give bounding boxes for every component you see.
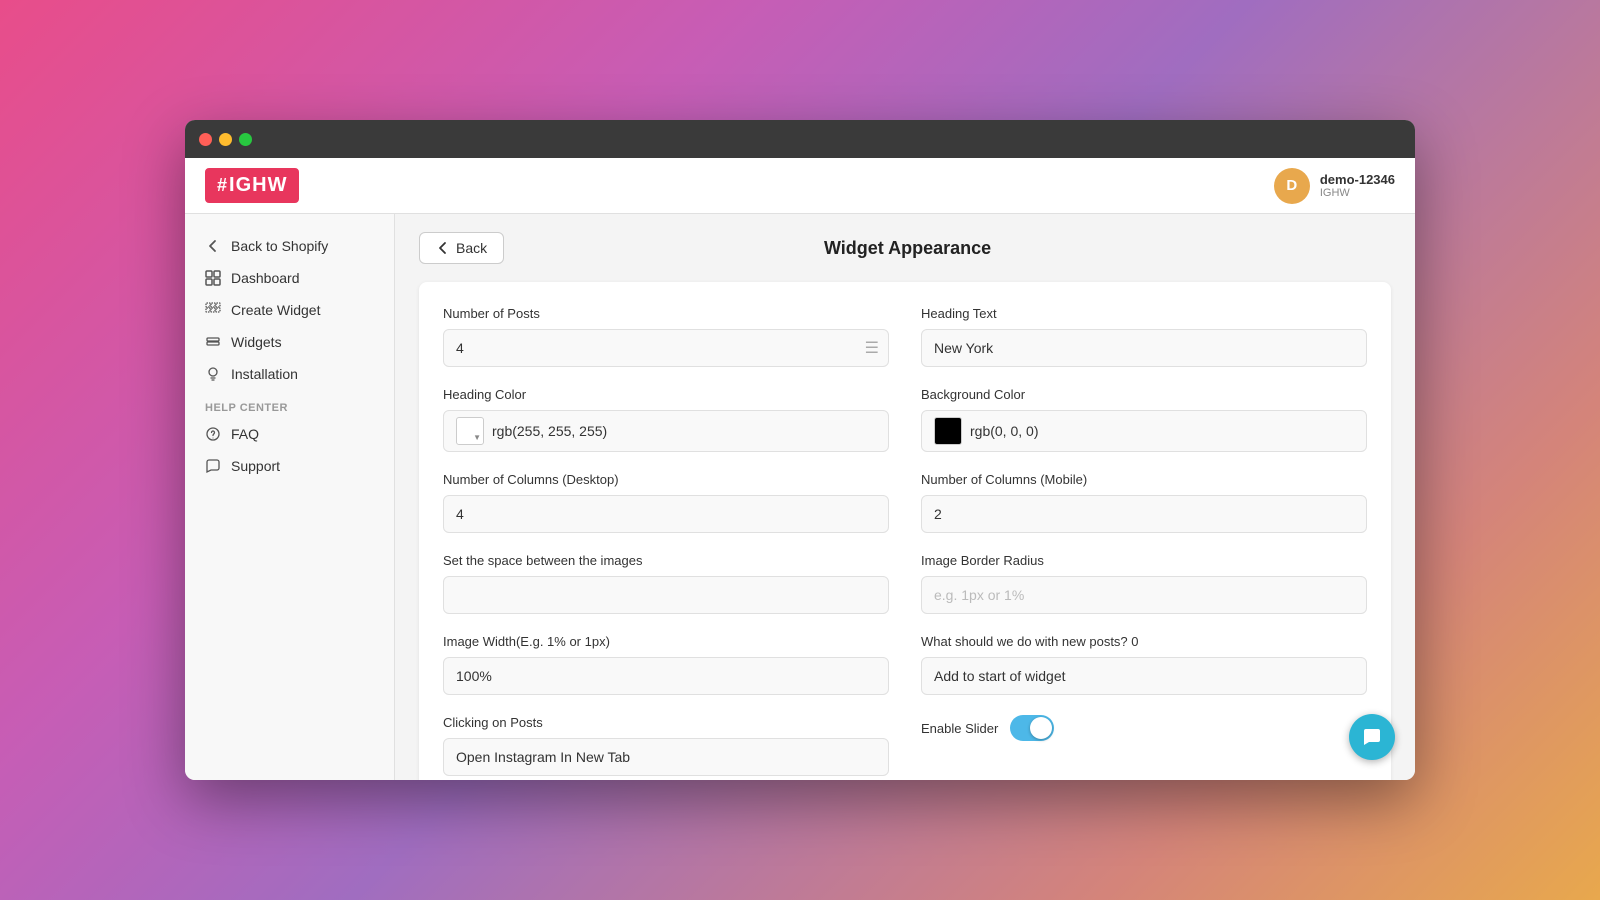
columns-mobile-input[interactable]: [921, 495, 1367, 533]
main-content: Back Widget Appearance Number of Posts ☰: [395, 214, 1415, 780]
image-width-label: Image Width(E.g. 1% or 1px): [443, 634, 889, 649]
clicking-posts-label: Clicking on Posts: [443, 715, 889, 730]
heading-color-group: Heading Color ▼ rgb(255, 255, 255): [443, 387, 889, 452]
sidebar: Back to Shopify Dashboard: [185, 214, 395, 780]
clicking-posts-group: Clicking on Posts: [443, 715, 889, 776]
back-button[interactable]: Back: [419, 232, 504, 264]
chat-circle-icon: [205, 458, 221, 474]
enable-slider-label: Enable Slider: [921, 721, 998, 736]
image-border-radius-label: Image Border Radius: [921, 553, 1367, 568]
user-sub: IGHW: [1320, 187, 1395, 199]
layers-icon: [205, 334, 221, 350]
sidebar-label-faq: FAQ: [231, 426, 259, 442]
app-header: # IGHW D demo-12346 IGHW: [185, 158, 1415, 214]
space-between-group: Set the space between the images: [443, 553, 889, 614]
sidebar-label-back-to-shopify: Back to Shopify: [231, 238, 328, 254]
columns-desktop-input[interactable]: [443, 495, 889, 533]
minimize-button[interactable]: [219, 133, 232, 146]
sidebar-label-create-widget: Create Widget: [231, 302, 320, 318]
background-color-swatch: [934, 417, 962, 445]
titlebar: [185, 120, 1415, 158]
bulb-icon: [205, 366, 221, 382]
background-color-value: rgb(0, 0, 0): [970, 423, 1038, 439]
dashboard-icon: [205, 270, 221, 286]
number-of-posts-input-wrapper: ☰: [443, 329, 889, 367]
new-posts-group: What should we do with new posts? 0: [921, 634, 1367, 695]
new-posts-input[interactable]: [921, 657, 1367, 695]
help-center-section-label: HELP CENTER: [185, 390, 394, 418]
number-of-posts-input[interactable]: [443, 329, 889, 367]
image-border-radius-input[interactable]: [921, 576, 1367, 614]
sidebar-label-installation: Installation: [231, 366, 298, 382]
sidebar-item-support[interactable]: Support: [185, 450, 394, 482]
columns-desktop-group: Number of Columns (Desktop): [443, 472, 889, 533]
create-widget-icon: [205, 302, 221, 318]
user-info: D demo-12346 IGHW: [1274, 168, 1395, 204]
form-container: Number of Posts ☰ Heading Text Heading C: [419, 282, 1391, 780]
user-name: demo-12346: [1320, 172, 1395, 187]
sidebar-item-installation[interactable]: Installation: [185, 358, 394, 390]
image-width-input[interactable]: [443, 657, 889, 695]
back-label: Back: [456, 240, 487, 256]
sidebar-item-dashboard[interactable]: Dashboard: [185, 262, 394, 294]
background-color-input[interactable]: rgb(0, 0, 0): [921, 410, 1367, 452]
sidebar-label-support: Support: [231, 458, 280, 474]
columns-mobile-group: Number of Columns (Mobile): [921, 472, 1367, 533]
page-title: Widget Appearance: [504, 238, 1311, 259]
logo-hash: #: [217, 175, 227, 196]
background-color-group: Background Color rgb(0, 0, 0): [921, 387, 1367, 452]
app-window: # IGHW D demo-12346 IGHW Back to Shopify: [185, 120, 1415, 780]
enable-slider-group: Enable Slider: [921, 715, 1367, 776]
close-button[interactable]: [199, 133, 212, 146]
chat-bubble-icon: [1361, 726, 1383, 748]
sidebar-item-faq[interactable]: FAQ: [185, 418, 394, 450]
heading-text-input[interactable]: [921, 329, 1367, 367]
content-header: Back Widget Appearance: [395, 214, 1415, 282]
enable-slider-row: Enable Slider: [921, 715, 1367, 741]
new-posts-label: What should we do with new posts? 0: [921, 634, 1367, 649]
swatch-chevron-icon: ▼: [473, 433, 481, 442]
question-circle-icon: [205, 426, 221, 442]
columns-desktop-label: Number of Columns (Desktop): [443, 472, 889, 487]
sidebar-item-back-to-shopify[interactable]: Back to Shopify: [185, 230, 394, 262]
app-body: Back to Shopify Dashboard: [185, 214, 1415, 780]
enable-slider-toggle[interactable]: [1010, 715, 1054, 741]
heading-color-value: rgb(255, 255, 255): [492, 423, 607, 439]
sidebar-item-widgets[interactable]: Widgets: [185, 326, 394, 358]
maximize-button[interactable]: [239, 133, 252, 146]
heading-text-label: Heading Text: [921, 306, 1367, 321]
traffic-lights: [199, 133, 252, 146]
heading-color-label: Heading Color: [443, 387, 889, 402]
space-between-input[interactable]: [443, 576, 889, 614]
heading-color-input[interactable]: ▼ rgb(255, 255, 255): [443, 410, 889, 452]
heading-text-group: Heading Text: [921, 306, 1367, 367]
background-color-label: Background Color: [921, 387, 1367, 402]
form-grid: Number of Posts ☰ Heading Text Heading C: [443, 306, 1367, 776]
sidebar-item-create-widget[interactable]: Create Widget: [185, 294, 394, 326]
avatar: D: [1274, 168, 1310, 204]
columns-mobile-label: Number of Columns (Mobile): [921, 472, 1367, 487]
arrow-left-icon: [205, 238, 221, 254]
sidebar-label-widgets: Widgets: [231, 334, 282, 350]
sidebar-label-dashboard: Dashboard: [231, 270, 300, 286]
logo: # IGHW: [205, 168, 299, 203]
user-details: demo-12346 IGHW: [1320, 172, 1395, 199]
posts-input-icon: ☰: [865, 338, 879, 358]
clicking-posts-input[interactable]: [443, 738, 889, 776]
heading-color-swatch: ▼: [456, 417, 484, 445]
space-between-label: Set the space between the images: [443, 553, 889, 568]
back-arrow-icon: [436, 241, 450, 255]
toggle-knob: [1030, 717, 1052, 739]
logo-text: IGHW: [229, 174, 287, 197]
number-of-posts-label: Number of Posts: [443, 306, 889, 321]
chat-bubble-button[interactable]: [1349, 714, 1395, 760]
number-of-posts-group: Number of Posts ☰: [443, 306, 889, 367]
image-border-radius-group: Image Border Radius: [921, 553, 1367, 614]
image-width-group: Image Width(E.g. 1% or 1px): [443, 634, 889, 695]
